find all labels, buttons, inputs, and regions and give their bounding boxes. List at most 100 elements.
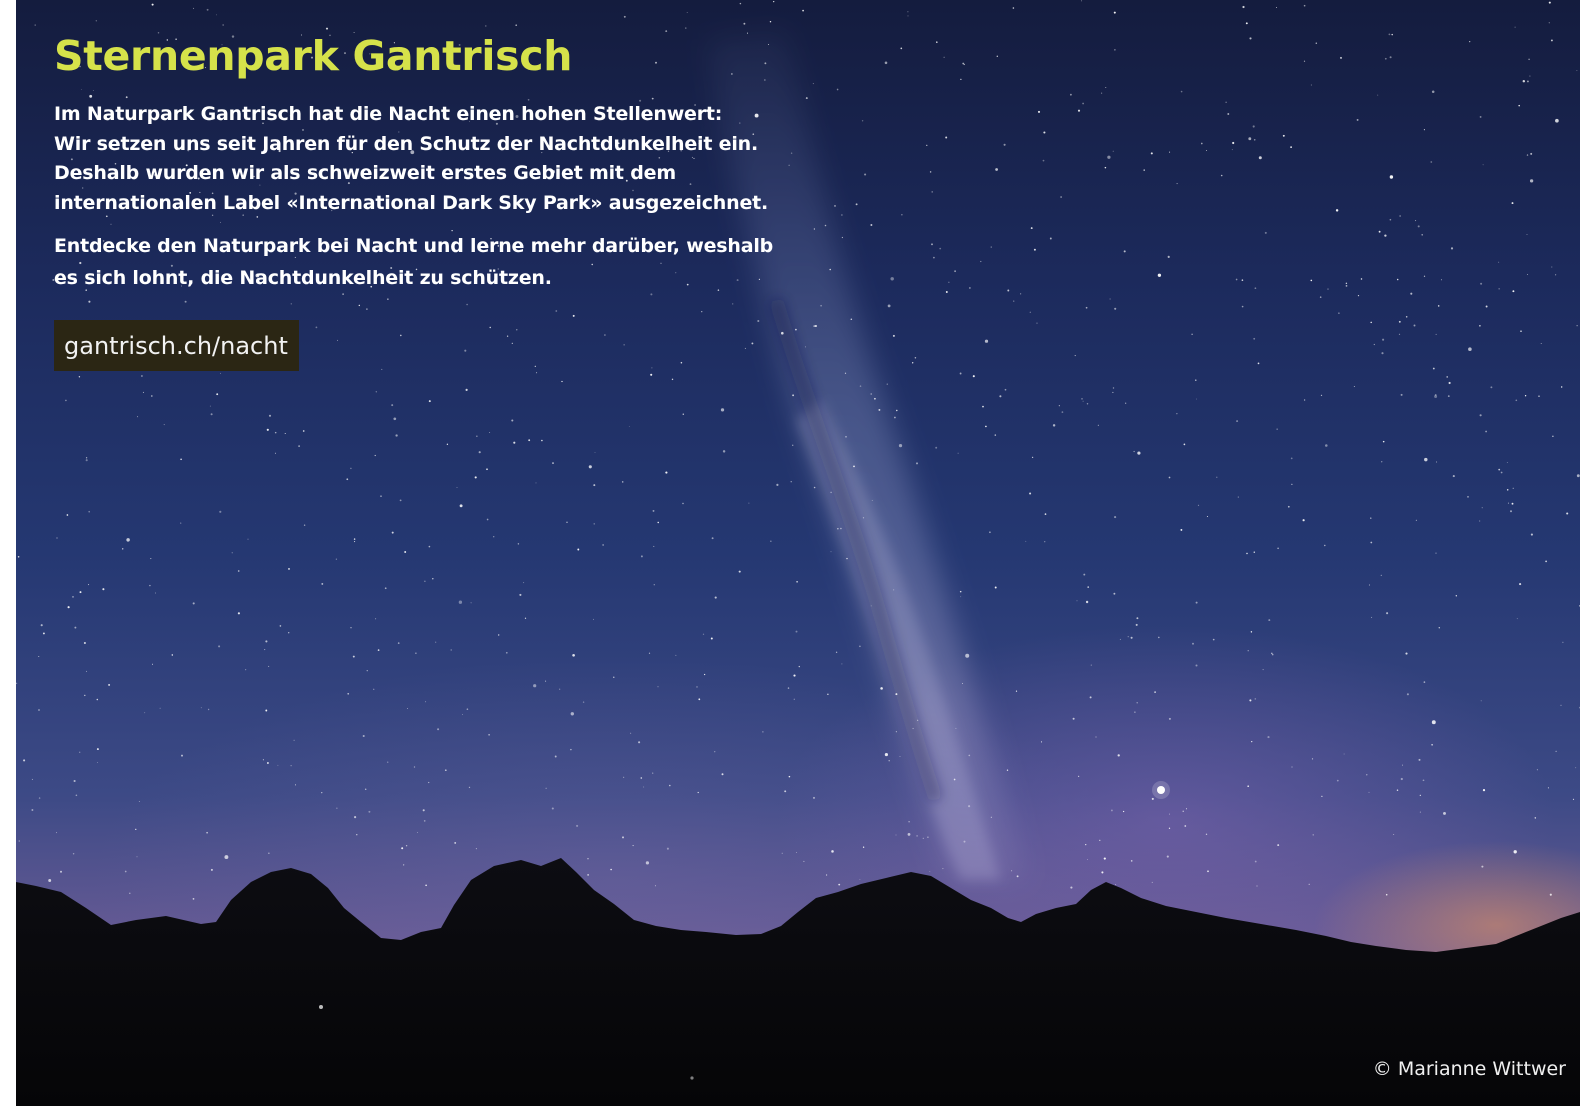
star — [916, 835, 918, 837]
star — [1469, 41, 1471, 43]
star — [55, 832, 57, 834]
star — [180, 522, 182, 524]
star — [1143, 169, 1145, 171]
star — [793, 674, 796, 677]
star — [929, 871, 931, 872]
star — [793, 698, 795, 700]
star — [994, 434, 997, 436]
star — [1519, 583, 1522, 586]
star — [150, 558, 152, 560]
star — [850, 318, 853, 320]
star — [428, 400, 431, 403]
star — [671, 378, 674, 381]
star — [570, 712, 574, 716]
star — [1169, 813, 1170, 815]
star — [1180, 528, 1183, 531]
star — [1253, 138, 1256, 141]
star — [1184, 825, 1187, 827]
star — [401, 847, 404, 850]
star — [1310, 279, 1313, 282]
star — [1319, 296, 1322, 298]
star — [352, 655, 355, 658]
star — [268, 852, 270, 854]
star — [1381, 352, 1384, 355]
star — [1440, 279, 1442, 281]
star — [535, 482, 537, 484]
star — [75, 794, 78, 797]
star — [1498, 288, 1500, 290]
star — [795, 630, 798, 633]
star — [151, 3, 154, 6]
star — [1520, 330, 1522, 332]
star — [893, 589, 895, 591]
star — [969, 287, 971, 289]
star — [209, 405, 211, 407]
star — [798, 665, 800, 668]
text-block: Sternenpark Gantrisch Im Naturpark Gantr… — [54, 28, 794, 371]
star — [886, 383, 888, 385]
star — [1479, 325, 1481, 327]
star — [1479, 414, 1482, 417]
star — [878, 408, 881, 411]
star — [1399, 215, 1401, 217]
star — [1085, 600, 1089, 604]
star — [1082, 102, 1084, 105]
star — [266, 428, 269, 431]
star — [1384, 234, 1387, 237]
star — [1479, 115, 1482, 118]
star — [960, 78, 962, 81]
star — [1506, 462, 1508, 463]
star — [1241, 305, 1244, 308]
star — [682, 502, 684, 505]
star — [1252, 125, 1255, 128]
star — [972, 375, 975, 378]
star — [1287, 505, 1290, 508]
star — [1336, 779, 1339, 782]
star — [1290, 146, 1292, 148]
star — [375, 618, 377, 620]
star — [1389, 56, 1392, 59]
star — [1378, 230, 1381, 233]
star — [1343, 753, 1345, 755]
star — [362, 734, 365, 738]
star — [980, 260, 982, 263]
star — [862, 846, 865, 848]
star — [266, 762, 269, 764]
star — [60, 870, 62, 873]
star — [968, 805, 971, 808]
star — [1291, 483, 1293, 485]
star — [1417, 225, 1420, 228]
star — [1321, 795, 1323, 798]
star — [1276, 428, 1278, 430]
star — [247, 538, 249, 540]
star — [1506, 489, 1509, 491]
star — [1388, 33, 1391, 36]
star — [135, 828, 137, 830]
star — [18, 840, 20, 842]
star — [1405, 316, 1408, 318]
star — [632, 845, 634, 847]
star — [784, 790, 787, 793]
star — [517, 543, 520, 545]
star — [824, 224, 827, 227]
star — [1112, 150, 1114, 152]
star — [1576, 474, 1580, 478]
star — [1545, 560, 1547, 563]
star — [1115, 884, 1117, 886]
star — [1547, 787, 1549, 789]
star — [892, 334, 895, 337]
star — [859, 385, 862, 387]
star — [594, 451, 596, 453]
star — [1345, 285, 1348, 287]
star — [1253, 337, 1256, 340]
star — [853, 465, 855, 468]
website-link[interactable]: gantrisch.ch/nacht — [54, 320, 299, 371]
star — [513, 441, 516, 444]
star — [354, 541, 356, 543]
star — [1086, 403, 1089, 405]
star — [1419, 811, 1421, 813]
star — [1507, 502, 1509, 504]
star — [1070, 93, 1072, 96]
star — [416, 831, 419, 834]
star — [796, 580, 798, 583]
